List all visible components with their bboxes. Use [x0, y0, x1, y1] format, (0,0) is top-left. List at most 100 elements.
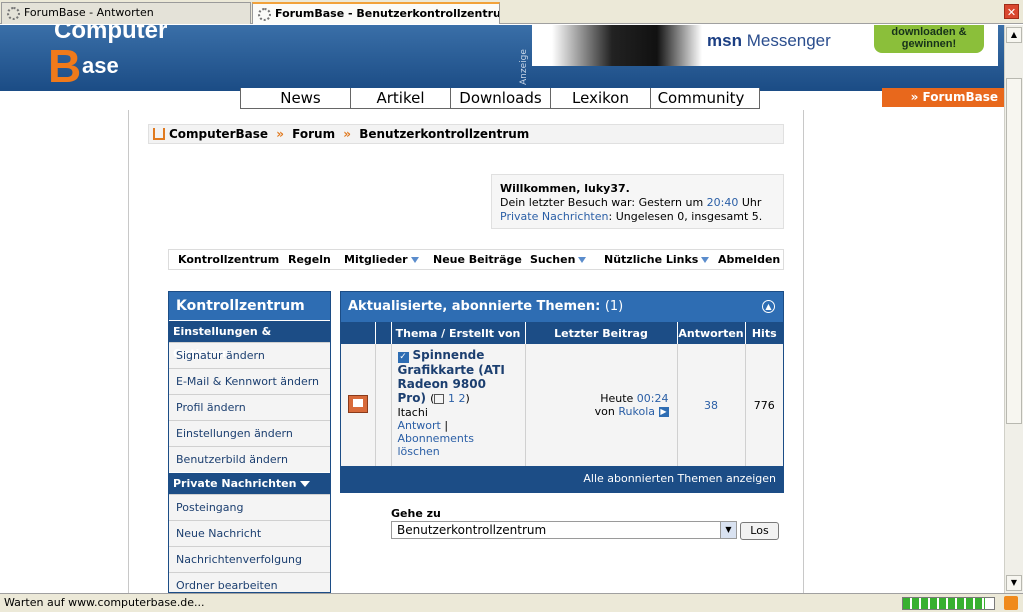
breadcrumb-separator: » [343, 127, 352, 141]
scroll-up-icon[interactable]: ▲ [1006, 27, 1022, 43]
home-icon [153, 128, 165, 140]
breadcrumb-forum[interactable]: Forum [292, 127, 335, 141]
welcome-box: Willkommen, luky37. Dein letzter Besuch … [491, 174, 784, 229]
last-poster-link[interactable]: Rukola [618, 405, 655, 418]
tab-benutzerkontrollzentrum[interactable]: ForumBase - Benutzerkontrollzentrum [252, 2, 500, 24]
nav-artikel[interactable]: Artikel [351, 88, 451, 108]
col-hits[interactable]: Hits [745, 322, 783, 344]
tab-label: ForumBase - Benutzerkontrollzentrum [275, 7, 500, 20]
scroll-down-icon[interactable]: ▼ [1006, 575, 1022, 591]
pm-link[interactable]: Private Nachrichten [500, 210, 609, 223]
breadcrumb: ComputerBase » Forum » Benutzerkontrollz… [148, 124, 784, 144]
breadcrumb-separator: » [276, 127, 284, 141]
sidebar-item-neue-nachricht[interactable]: Neue Nachricht [169, 520, 330, 546]
pages-icon [434, 394, 445, 404]
status-text: Warten auf www.computerbase.de... [4, 596, 205, 609]
scroll-thumb[interactable] [1006, 78, 1022, 424]
close-tab-icon[interactable]: ✕ [1004, 4, 1019, 19]
thread-status-cell [375, 344, 392, 466]
hits-cell: 776 [745, 344, 783, 466]
sidebar-item-einstellungen[interactable]: Einstellungen ändern [169, 420, 330, 446]
table-header-row: Thema / Erstellt von Letzter Beitrag Ant… [341, 322, 783, 344]
subnav-abmelden[interactable]: Abmelden [718, 250, 780, 269]
last-post-cell: Heute 00:24 von Rukola ▶ [525, 344, 678, 466]
replies-cell[interactable]: 38 [677, 344, 746, 466]
collapse-icon[interactable]: ▲ [762, 300, 775, 313]
sidebar-section-pm[interactable]: Private Nachrichten [169, 472, 330, 494]
sidebar-item-nachrichtenverfolgung[interactable]: Nachrichtenverfolgung [169, 546, 330, 572]
loading-icon [7, 7, 20, 20]
forum-subnav: Kontrollzentrum Regeln Mitglieder Neue B… [168, 249, 784, 270]
nav-downloads[interactable]: Downloads [451, 88, 551, 108]
forumbase-link[interactable]: » ForumBase [882, 88, 1004, 107]
thread-icon-cell [341, 344, 376, 466]
status-bar: Warten auf www.computerbase.de... [0, 593, 1023, 612]
ad-cta-button[interactable]: downloaden & gewinnen! [874, 25, 984, 53]
subnav-mitglieder[interactable]: Mitglieder [344, 250, 419, 269]
subnav-nuetzliche-links[interactable]: Nützliche Links [604, 250, 710, 269]
goto-label: Gehe zu [391, 507, 441, 520]
loading-progress [902, 597, 995, 610]
show-all-subscriptions-link[interactable]: Alle abonnierten Themen anzeigen [341, 466, 783, 492]
threads-table: Thema / Erstellt von Letzter Beitrag Ant… [341, 322, 783, 466]
ad-image [552, 25, 702, 66]
chevron-down-icon [701, 257, 710, 263]
go-to-last-post-icon[interactable]: ▶ [658, 407, 669, 417]
col-letzter-beitrag[interactable]: Letzter Beitrag [525, 322, 678, 344]
sidebar-item-ordner[interactable]: Ordner bearbeiten [169, 572, 330, 592]
subnav-neue-beitraege[interactable]: Neue Beiträge [433, 250, 522, 269]
thread-folder-icon [347, 394, 368, 413]
site-header: Computer B ase Anzeige msn Messenger dow… [0, 25, 1004, 89]
rss-icon[interactable] [1004, 596, 1018, 610]
thread-count: (1) [604, 299, 624, 314]
chevron-down-icon [300, 481, 311, 487]
subscribed-check-icon: ✓ [397, 352, 409, 363]
goto-select[interactable]: Benutzerkontrollzentrum ▼ [391, 521, 737, 539]
ad-banner[interactable]: msn Messenger downloaden & gewinnen! [532, 25, 998, 66]
sidebar-item-email-kennwort[interactable]: E-Mail & Kennwort ändern [169, 368, 330, 394]
panel-header: Aktualisierte, abonnierte Themen: (1) ▲ [341, 292, 783, 322]
subnav-regeln[interactable]: Regeln [288, 250, 331, 269]
subscribed-threads-panel: Aktualisierte, abonnierte Themen: (1) ▲ … [340, 291, 784, 493]
vertical-scrollbar[interactable]: ▲ ▼ [1004, 25, 1023, 593]
breadcrumb-computerbase[interactable]: ComputerBase [169, 127, 268, 141]
panel-title: Aktualisierte, abonnierte Themen: [348, 299, 601, 314]
sidebar-item-profil[interactable]: Profil ändern [169, 394, 330, 420]
loading-icon [258, 8, 271, 21]
sidebar-item-posteingang[interactable]: Posteingang [169, 494, 330, 520]
subnav-kontrollzentrum[interactable]: Kontrollzentrum [178, 250, 279, 269]
goto-button[interactable]: Los [740, 522, 779, 540]
sidebar-item-signatur[interactable]: Signatur ändern [169, 342, 330, 368]
computerbase-logo[interactable]: Computer B ase [16, 25, 167, 89]
col-status [375, 322, 392, 344]
breadcrumb-current: Benutzerkontrollzentrum [359, 127, 530, 141]
pm-summary: Private Nachrichten: Ungelesen 0, insges… [500, 210, 763, 223]
thread-cell: ✓ Spinnende Grafikkarte (ATI Radeon 9800 … [391, 344, 526, 466]
browser-tab-bar: ForumBase - Antworten ForumBase - Benutz… [0, 0, 1023, 24]
page-link-1[interactable]: 1 [448, 392, 455, 405]
nav-community[interactable]: Community [651, 88, 751, 108]
page-frame-left [128, 110, 129, 593]
control-panel-sidebar: Kontrollzentrum Einstellungen & Optionen… [168, 291, 331, 593]
welcome-title: Willkommen, luky37. [500, 182, 630, 195]
dropdown-arrow-icon: ▼ [720, 522, 736, 538]
reply-link[interactable]: Antwort [398, 419, 441, 432]
ad-label: Anzeige [519, 49, 529, 85]
last-visit: Dein letzter Besuch war: Gestern um 20:4… [500, 196, 762, 209]
page-frame-right [803, 110, 804, 593]
unsubscribe-link[interactable]: Abonnements löschen [398, 432, 519, 458]
sidebar-item-benutzerbild[interactable]: Benutzerbild ändern [169, 446, 330, 472]
nav-news[interactable]: News [251, 88, 351, 108]
col-thema[interactable]: Thema / Erstellt von [391, 322, 526, 344]
nav-lexikon[interactable]: Lexikon [551, 88, 651, 108]
thread-author: Itachi [397, 406, 428, 419]
subnav-suchen[interactable]: Suchen [530, 250, 587, 269]
col-antworten[interactable]: Antworten [677, 322, 746, 344]
col-icon [341, 322, 376, 344]
main-nav: News Artikel Downloads Lexikon Community [240, 88, 760, 109]
tab-antworten[interactable]: ForumBase - Antworten [1, 2, 251, 24]
chevron-down-icon [578, 257, 587, 263]
tab-label: ForumBase - Antworten [24, 6, 154, 19]
chevron-down-icon [410, 257, 419, 263]
sidebar-title: Kontrollzentrum [169, 292, 330, 320]
